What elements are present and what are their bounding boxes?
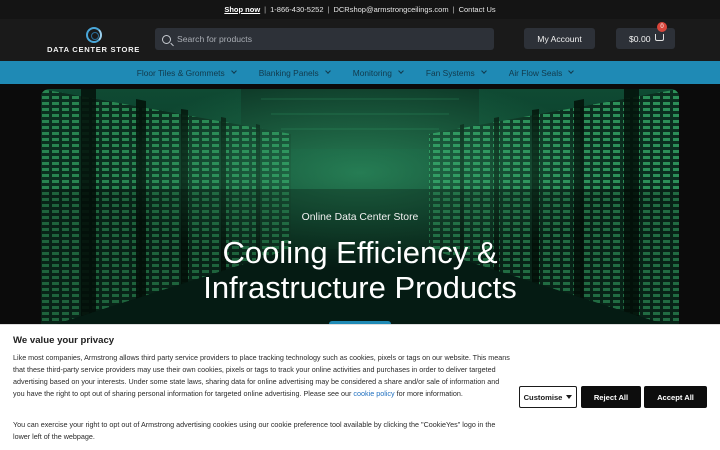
reject-all-button[interactable]: Reject All bbox=[581, 386, 641, 408]
hero-title-line: Infrastructure Products bbox=[203, 270, 517, 305]
logo-mark-icon bbox=[86, 27, 102, 43]
nav-item-floor-tiles[interactable]: Floor Tiles & Grommets bbox=[136, 67, 237, 78]
customise-button[interactable]: Customise bbox=[519, 386, 577, 408]
cart-total: $0.00 bbox=[629, 33, 651, 44]
search-input[interactable] bbox=[177, 34, 477, 44]
shop-now-link[interactable]: Shop now bbox=[224, 5, 260, 14]
nav-item-blanking-panels[interactable]: Blanking Panels bbox=[258, 67, 331, 78]
logo-text: DATA CENTER STORE bbox=[47, 45, 141, 54]
hero-banner: Online Data Center Store Cooling Efficie… bbox=[41, 89, 679, 329]
chevron-down-icon bbox=[230, 68, 237, 74]
divider: | bbox=[327, 5, 330, 14]
cookie-heading: We value your privacy bbox=[13, 335, 115, 346]
nav-item-label: Air Flow Seals bbox=[508, 67, 563, 78]
email-link[interactable]: DCRshop@armstrongceilings.com bbox=[333, 5, 448, 14]
divider: | bbox=[264, 5, 267, 14]
contact-us-link[interactable]: Contact Us bbox=[459, 5, 496, 14]
chevron-down-icon bbox=[324, 68, 331, 74]
chevron-down-icon bbox=[398, 68, 404, 74]
site-logo[interactable]: DATA CENTER STORE bbox=[47, 27, 142, 55]
nav-item-label: Fan Systems bbox=[425, 67, 475, 78]
top-announcement-bar: Shop now | 1-866-430-5252 | DCRshop@arms… bbox=[0, 0, 720, 19]
cookie-consent-banner: We value your privacy Like most companie… bbox=[0, 324, 720, 450]
cart-button[interactable]: $0.00 0 bbox=[616, 22, 675, 49]
nav-item-label: Blanking Panels bbox=[258, 67, 319, 78]
hero-subtitle: Online Data Center Store bbox=[301, 212, 419, 223]
cart-icon bbox=[655, 34, 664, 41]
category-nav: Floor Tiles & Grommets Blanking Panels M… bbox=[0, 61, 720, 84]
customise-label: Customise bbox=[523, 392, 563, 402]
cookie-description: Like most companies, Armstrong allows th… bbox=[13, 352, 510, 400]
nav-item-fan-systems[interactable]: Fan Systems bbox=[425, 67, 487, 78]
phone-link[interactable]: 1-866-430-5252 bbox=[270, 5, 323, 14]
my-account-button[interactable]: My Account bbox=[524, 28, 595, 49]
cookie-opt-out-text: You can exercise your right to opt out o… bbox=[13, 420, 496, 441]
nav-item-monitoring[interactable]: Monitoring bbox=[352, 67, 404, 78]
nav-item-air-flow-seals[interactable]: Air Flow Seals bbox=[508, 67, 575, 78]
nav-item-label: Floor Tiles & Grommets bbox=[136, 67, 225, 78]
cart-count-badge: 0 bbox=[657, 22, 667, 32]
chevron-down-icon bbox=[568, 68, 575, 74]
cookie-text: for more information. bbox=[394, 389, 463, 398]
cookie-policy-link[interactable]: cookie policy bbox=[353, 389, 394, 398]
caret-down-icon bbox=[566, 395, 573, 399]
site-header: DATA CENTER STORE My Account $0.00 0 bbox=[0, 19, 720, 61]
search-bar[interactable] bbox=[155, 28, 494, 50]
chevron-down-icon bbox=[480, 68, 487, 74]
search-icon bbox=[162, 34, 171, 44]
hero-title: Cooling Efficiency & Infrastructure Prod… bbox=[41, 235, 679, 305]
hero-title-line: Cooling Efficiency & bbox=[222, 235, 498, 270]
divider: | bbox=[452, 5, 455, 14]
accept-all-button[interactable]: Accept All bbox=[644, 386, 707, 408]
nav-item-label: Monitoring bbox=[352, 67, 392, 78]
